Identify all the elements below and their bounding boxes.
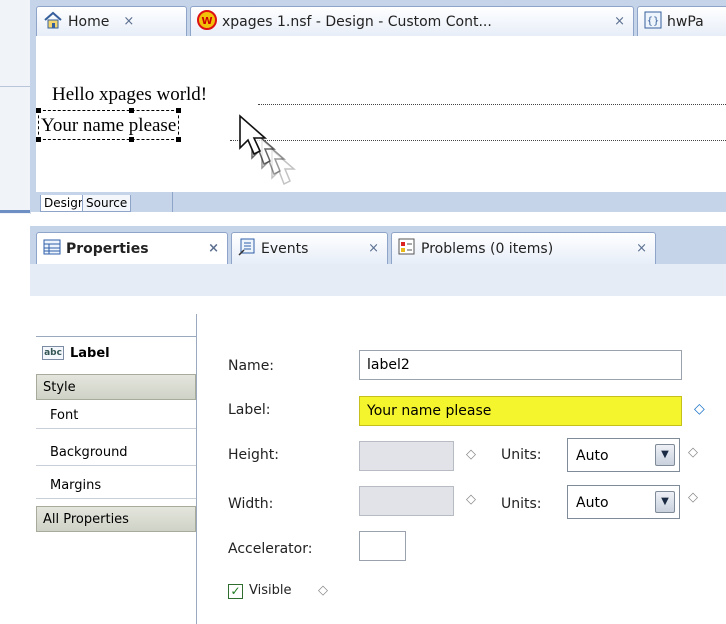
nav-item-label-text: Label bbox=[70, 345, 110, 361]
left-gutter bbox=[0, 0, 31, 214]
nav-item-label[interactable]: abc Label bbox=[36, 340, 196, 366]
name-input[interactable]: label2 bbox=[359, 350, 682, 380]
label-field-label: Label: bbox=[228, 402, 271, 418]
tab-hwpage[interactable]: {} hwPa bbox=[637, 6, 726, 36]
resize-handle[interactable] bbox=[176, 108, 182, 113]
nav-item-margins[interactable]: Margins bbox=[36, 473, 196, 499]
tab-problems[interactable]: Problems (0 items) × bbox=[391, 232, 656, 264]
label-input[interactable]: Your name please bbox=[359, 396, 682, 426]
left-gutter-lower bbox=[0, 214, 30, 624]
tab-custom-control-label: xpages 1.nsf - Design - Custom Cont... bbox=[222, 13, 492, 30]
close-icon[interactable]: × bbox=[368, 241, 379, 256]
computed-value-diamond-icon[interactable]: ◇ bbox=[688, 445, 698, 460]
computed-value-diamond-icon[interactable]: ◇ bbox=[318, 583, 328, 598]
label-control-text: Your name please bbox=[41, 115, 177, 136]
selected-label-control[interactable]: Your name please bbox=[36, 108, 182, 142]
tab-custom-control[interactable]: W xpages 1.nsf - Design - Custom Cont...… bbox=[190, 6, 634, 36]
visible-checkbox-label: Visible bbox=[249, 583, 292, 598]
accelerator-input[interactable] bbox=[359, 531, 406, 561]
close-icon[interactable]: × bbox=[636, 241, 647, 256]
gutter-divider bbox=[0, 86, 30, 87]
computed-value-diamond-icon[interactable]: ◇ bbox=[466, 492, 476, 507]
properties-header-strip bbox=[30, 264, 726, 296]
close-icon[interactable]: × bbox=[208, 241, 219, 256]
height-input[interactable] bbox=[359, 441, 454, 471]
editor-bottom-bar bbox=[36, 192, 726, 212]
properties-icon bbox=[43, 239, 61, 259]
resize-handle[interactable] bbox=[36, 108, 41, 113]
xpage-icon: {} bbox=[644, 11, 662, 33]
tab-divider bbox=[172, 192, 173, 212]
close-icon[interactable]: × bbox=[123, 14, 134, 29]
home-icon bbox=[43, 11, 63, 33]
tab-problems-label: Problems (0 items) bbox=[421, 240, 554, 257]
computed-value-diamond-icon[interactable]: ◇ bbox=[694, 401, 705, 417]
close-icon[interactable]: × bbox=[614, 14, 625, 29]
nav-item-all-properties[interactable]: All Properties bbox=[36, 506, 196, 532]
chevron-down-icon[interactable]: ▼ bbox=[655, 444, 675, 466]
resize-handle[interactable] bbox=[129, 108, 134, 113]
tab-events-label: Events bbox=[261, 240, 309, 257]
accelerator-field-label: Accelerator: bbox=[228, 541, 313, 557]
svg-text:W: W bbox=[201, 16, 212, 27]
row-guide bbox=[258, 104, 726, 105]
resize-handle[interactable] bbox=[129, 137, 134, 142]
height-units-label: Units: bbox=[501, 447, 542, 463]
tab-home-label: Home bbox=[68, 13, 110, 30]
nav-item-background[interactable]: Background bbox=[36, 440, 196, 466]
height-units-value: Auto bbox=[576, 448, 609, 464]
label-control-icon: abc bbox=[42, 346, 64, 360]
width-field-label: Width: bbox=[228, 496, 274, 512]
width-units-value: Auto bbox=[576, 495, 609, 511]
svg-text:{}: {} bbox=[647, 16, 660, 27]
gutter-separator bbox=[0, 210, 30, 213]
domino-db-icon: W bbox=[197, 9, 217, 34]
computed-value-diamond-icon[interactable]: ◇ bbox=[688, 490, 698, 505]
computed-value-diamond-icon[interactable]: ◇ bbox=[466, 447, 476, 462]
height-field-label: Height: bbox=[228, 447, 279, 463]
visible-checkbox[interactable]: ✓ bbox=[228, 584, 243, 599]
tab-home[interactable]: Home × bbox=[36, 6, 187, 36]
height-units-select[interactable]: Auto ▼ bbox=[567, 438, 680, 472]
nav-item-font[interactable]: Font bbox=[36, 403, 196, 429]
width-units-select[interactable]: Auto ▼ bbox=[567, 485, 680, 519]
tab-properties[interactable]: Properties × bbox=[36, 232, 228, 264]
chevron-down-icon[interactable]: ▼ bbox=[655, 491, 675, 513]
tab-properties-label: Properties bbox=[66, 240, 149, 257]
resize-handle[interactable] bbox=[176, 137, 182, 142]
tab-hwpage-label: hwPa bbox=[667, 13, 704, 30]
tab-source[interactable]: Source bbox=[82, 195, 132, 212]
width-input[interactable] bbox=[359, 486, 454, 516]
width-units-label: Units: bbox=[501, 496, 542, 512]
tab-events[interactable]: Events × bbox=[231, 232, 388, 264]
hello-text[interactable]: Hello xpages world! bbox=[52, 84, 207, 106]
name-field-label: Name: bbox=[228, 358, 275, 374]
problems-icon bbox=[398, 238, 416, 260]
nav-top-edge bbox=[36, 318, 196, 337]
events-icon bbox=[238, 238, 256, 260]
resize-handle[interactable] bbox=[36, 137, 41, 142]
nav-item-style[interactable]: Style bbox=[36, 374, 196, 400]
properties-spacer bbox=[30, 296, 726, 314]
